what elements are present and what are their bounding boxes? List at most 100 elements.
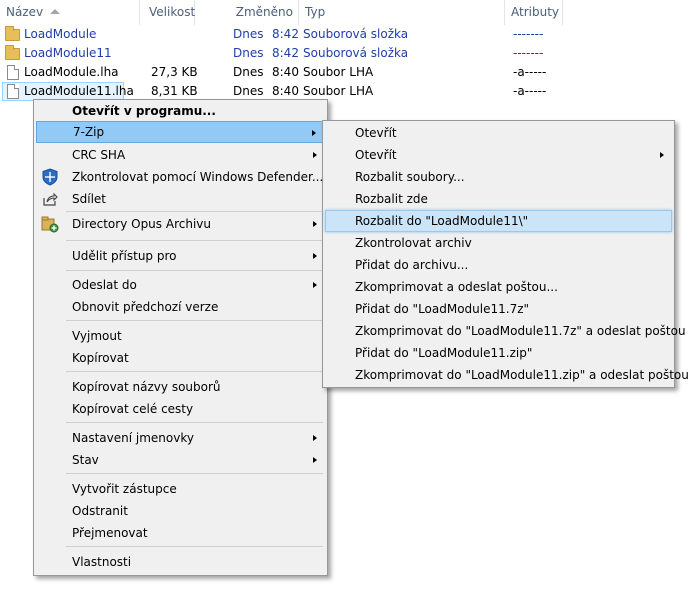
menu-item-copy-full-paths[interactable]: Kopírovat celé cesty [36,398,325,420]
7zip-item-test-archive[interactable]: Zkontrolovat archiv [325,232,672,254]
7zip-item-add-to-archive[interactable]: Přidat do archivu... [325,254,672,276]
menu-item-label: Otevřít [355,148,397,162]
menu-item-label: Zkomprimovat do "LoadModule11.zip" a ode… [355,368,689,382]
menu-item-crc-sha[interactable]: CRC SHA [36,144,325,166]
menu-item-restore-previous[interactable]: Obnovit předchozí verze [36,296,325,318]
file-icon [7,84,19,99]
file-modified-day: Dnes [233,46,264,60]
menu-item-label: Vyjmout [72,329,122,343]
menu-item-grant-access[interactable]: Udělit přístup pro [36,245,325,267]
file-attributes: -a----- [513,84,547,98]
file-type: Soubor LHA [303,65,374,79]
menu-item-label: Directory Opus Archivu [72,217,211,231]
7zip-item-compress-7z-and-email[interactable]: Zkomprimovat do "LoadModule11.7z" a odes… [325,320,686,342]
7zip-item-open[interactable]: Otevřít [325,122,672,144]
file-name: LoadModule11 [24,46,112,60]
menu-item-label: Zkomprimovat do "LoadModule11.7z" a odes… [355,324,686,338]
submenu-arrow-icon [313,435,317,441]
menu-item-label: Zkontrolovat pomocí Windows Defender... [72,170,324,184]
file-row[interactable]: LoadModule Dnes 8:42 Souborová složka --… [0,25,700,44]
menu-item-label: Přejmenovat [72,526,148,540]
menu-separator [66,371,323,372]
menu-item-label: Přidat do "LoadModule11.zip" [355,346,533,360]
7zip-item-open-submenu[interactable]: Otevřít [325,144,672,166]
file-type: Souborová složka [303,46,409,60]
menu-item-label: Kopírovat názvy souborů [72,380,221,394]
submenu-arrow-icon [312,130,316,136]
column-header-type-label: Typ [305,5,326,19]
7zip-item-compress-zip-and-email[interactable]: Zkomprimovat do "LoadModule11.zip" a ode… [325,364,689,386]
7zip-item-add-to-7z[interactable]: Přidat do "LoadModule11.7z" [325,298,672,320]
column-header-attributes-label: Atributy [511,5,559,19]
menu-item-label: 7-Zip [73,125,105,139]
menu-item-status[interactable]: Stav [36,449,325,471]
menu-item-share[interactable]: Sdílet [36,188,325,210]
menu-item-label: Otevřít [355,126,397,140]
column-header-name[interactable]: Název [0,0,140,25]
file-row[interactable]: LoadModule11 Dnes 8:42 Souborová složka … [0,44,700,63]
menu-item-label: Udělit přístup pro [72,249,177,263]
sort-ascending-icon [50,9,60,14]
menu-item-label: Přidat do "LoadModule11.7z" [355,302,530,316]
menu-item-label: Kopírovat [72,351,129,365]
menu-item-send-to[interactable]: Odeslat do [36,274,325,296]
file-attributes: -a----- [513,65,547,79]
menu-item-label: Zkontrolovat archiv [355,236,472,250]
menu-item-label-settings[interactable]: Nastavení jmenovky [36,427,325,449]
column-header-type[interactable]: Typ [299,0,505,25]
column-header-size[interactable]: Velikost [140,0,195,25]
column-header-name-label: Název [6,5,44,19]
menu-item-copy-file-names[interactable]: Kopírovat názvy souborů [36,376,325,398]
menu-separator [66,270,323,271]
menu-separator [66,422,323,423]
menu-item-label: Obnovit předchozí verze [72,300,219,314]
file-icon [7,65,19,80]
7zip-item-compress-and-email[interactable]: Zkomprimovat a odeslat poštou... [325,276,672,298]
menu-item-label: Zkomprimovat a odeslat poštou... [355,280,558,294]
7zip-item-extract-here[interactable]: Rozbalit zde [325,188,672,210]
file-row[interactable]: LoadModule.lha 27,3 KB Dnes 8:40 Soubor … [0,63,700,82]
menu-item-directory-opus[interactable]: Directory Opus Archivu [36,213,325,235]
menu-item-label: Rozbalit zde [355,192,428,206]
file-modified-day: Dnes [233,27,264,41]
menu-item-rename[interactable]: Přejmenovat [36,522,325,544]
menu-item-label: Rozbalit do "LoadModule11\" [355,214,529,228]
menu-separator [66,240,323,241]
menu-item-copy[interactable]: Kopírovat [36,347,325,369]
file-attributes: ------- [513,46,544,60]
menu-separator [66,473,323,474]
menu-item-label: Vytvořit zástupce [72,482,177,496]
menu-item-label: Nastavení jmenovky [72,431,194,445]
submenu-7zip: Otevřít Otevřít Rozbalit soubory... Rozb… [322,120,689,388]
submenu-arrow-icon [313,282,317,288]
file-type: Souborová složka [303,27,409,41]
7zip-item-add-to-zip[interactable]: Přidat do "LoadModule11.zip" [325,342,672,364]
submenu-arrow-icon [313,457,317,463]
menu-item-label: Vlastnosti [72,555,132,569]
menu-separator [66,320,323,321]
menu-item-windows-defender[interactable]: Zkontrolovat pomocí Windows Defender... [36,166,325,188]
menu-item-delete[interactable]: Odstranit [36,500,325,522]
menu-item-label: CRC SHA [72,148,126,162]
menu-separator [66,211,323,212]
submenu-arrow-icon [313,152,317,158]
directory-opus-icon [41,216,59,233]
menu-item-properties[interactable]: Vlastnosti [36,551,325,573]
file-name: LoadModule [24,27,97,41]
file-modified-time: 8:42 [272,27,299,41]
menu-item-label: Odstranit [72,504,128,518]
file-size: 27,3 KB [151,65,198,79]
submenu-arrow-icon [313,253,317,259]
file-attributes: ------- [513,27,544,41]
column-header-modified[interactable]: Změněno [195,0,299,25]
7zip-item-extract-to-folder[interactable]: Rozbalit do "LoadModule11\" [325,210,672,232]
menu-separator [66,546,323,547]
column-header-attributes[interactable]: Atributy [505,0,563,25]
file-modified-time: 8:42 [272,46,299,60]
7zip-item-extract-files[interactable]: Rozbalit soubory... [325,166,672,188]
menu-item-cut[interactable]: Vyjmout [36,325,325,347]
submenu-arrow-icon [660,152,664,158]
menu-item-open-with[interactable]: Otevřít v programu... [36,100,325,122]
menu-item-create-shortcut[interactable]: Vytvořit zástupce [36,478,325,500]
menu-item-7zip[interactable]: 7-Zip [36,121,325,143]
